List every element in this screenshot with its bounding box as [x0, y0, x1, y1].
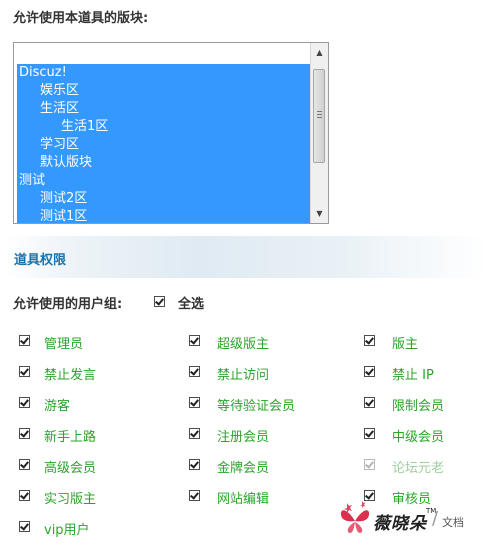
watermark-sub: 文档: [442, 516, 464, 529]
forum-multiselect[interactable]: ▲ ▼ Discuz! 娱乐区 生活区 生活1区 学习区 默认版块 测试 测试2区 测试1区: [13, 42, 329, 224]
user-group-checkbox[interactable]: [189, 335, 200, 346]
user-group-checkbox[interactable]: [19, 490, 30, 501]
user-group-checkbox[interactable]: [19, 521, 30, 532]
watermark-slash: /: [432, 508, 439, 529]
user-group-label[interactable]: vip用户: [44, 519, 90, 538]
user-group-label[interactable]: 论坛元老: [392, 457, 444, 476]
user-group-label[interactable]: 禁止发言: [44, 364, 96, 383]
user-group-checkbox[interactable]: [189, 459, 200, 470]
user-group-checkbox[interactable]: [364, 366, 375, 377]
user-group-label[interactable]: 管理员: [44, 333, 83, 352]
forum-option[interactable]: 娱乐区: [40, 82, 79, 100]
user-group-checkbox[interactable]: [19, 428, 30, 439]
user-group-checkbox[interactable]: [364, 397, 375, 408]
grip-line: [317, 114, 322, 115]
scroll-thumb[interactable]: [313, 69, 325, 163]
forum-option[interactable]: 测试1区: [40, 208, 87, 226]
scroll-down-arrow-icon[interactable]: ▼: [312, 206, 327, 221]
user-group-checkbox[interactable]: [189, 428, 200, 439]
forum-option[interactable]: 学习区: [40, 136, 79, 154]
section-header-bar: [7, 236, 487, 278]
user-group-checkbox[interactable]: [189, 490, 200, 501]
grip-line: [317, 111, 322, 112]
user-group-label[interactable]: 禁止访问: [217, 364, 269, 383]
user-group-label[interactable]: 等待验证会员: [217, 395, 295, 414]
user-group-label[interactable]: 限制会员: [392, 395, 444, 414]
user-group-label[interactable]: 新手上路: [44, 426, 96, 445]
user-group-checkbox[interactable]: [19, 366, 30, 377]
user-group-checkbox[interactable]: [189, 397, 200, 408]
user-group-label[interactable]: 禁止 IP: [392, 364, 434, 383]
user-group-label[interactable]: 实习版主: [44, 488, 96, 507]
user-group-checkbox[interactable]: [19, 459, 30, 470]
user-group-checkbox[interactable]: [19, 335, 30, 346]
forum-option[interactable]: Discuz!: [19, 64, 67, 82]
user-group-label[interactable]: 金牌会员: [217, 457, 269, 476]
user-group-label[interactable]: 网站编辑: [217, 488, 269, 507]
forum-option[interactable]: 测试2区: [40, 190, 87, 208]
watermark: 薇晓朵 TM / 文档: [338, 497, 488, 545]
butterfly-logo-icon: [340, 501, 370, 533]
select-all-checkbox[interactable]: [154, 296, 165, 307]
user-group-label[interactable]: 超级版主: [217, 333, 269, 352]
forum-option[interactable]: 默认版块: [40, 154, 92, 172]
user-group-checkbox[interactable]: [189, 366, 200, 377]
section-title: 道具权限: [14, 253, 67, 268]
forum-option[interactable]: 生活区: [40, 100, 79, 118]
forum-option[interactable]: 测试: [19, 172, 45, 190]
user-group-checkbox[interactable]: [364, 335, 375, 346]
watermark-brand: 薇晓朵: [373, 514, 427, 534]
user-group-label[interactable]: 中级会员: [392, 426, 444, 445]
user-groups-label: 允许使用的用户组:: [13, 297, 123, 312]
user-group-label[interactable]: 注册会员: [217, 426, 269, 445]
user-group-checkbox[interactable]: [364, 428, 375, 439]
forum-list-scrollbar[interactable]: ▲ ▼: [310, 43, 328, 223]
select-all-label: 全选: [178, 297, 205, 312]
user-group-checkbox[interactable]: [19, 397, 30, 408]
forums-label: 允许使用本道具的版块:: [13, 11, 149, 26]
user-group-label[interactable]: 版主: [392, 333, 418, 352]
grip-line: [317, 117, 322, 118]
scroll-up-arrow-icon[interactable]: ▲: [312, 45, 327, 60]
user-group-label[interactable]: 高级会员: [44, 457, 96, 476]
user-group-checkbox[interactable]: [364, 459, 375, 470]
forum-option[interactable]: 生活1区: [61, 118, 108, 136]
user-group-label[interactable]: 游客: [44, 395, 70, 414]
